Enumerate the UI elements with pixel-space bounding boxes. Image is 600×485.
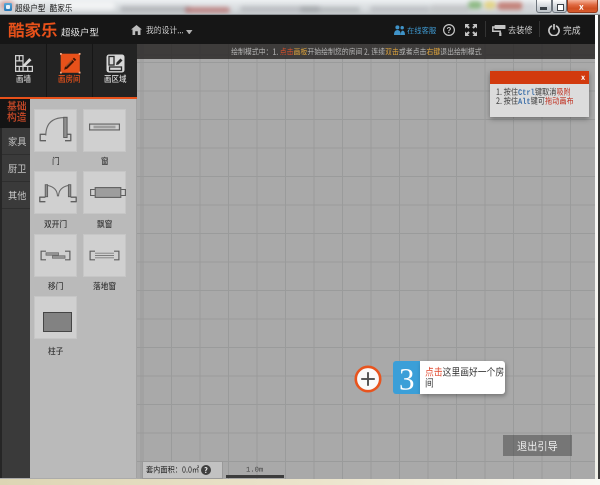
svg-text:?: ? — [447, 25, 452, 34]
